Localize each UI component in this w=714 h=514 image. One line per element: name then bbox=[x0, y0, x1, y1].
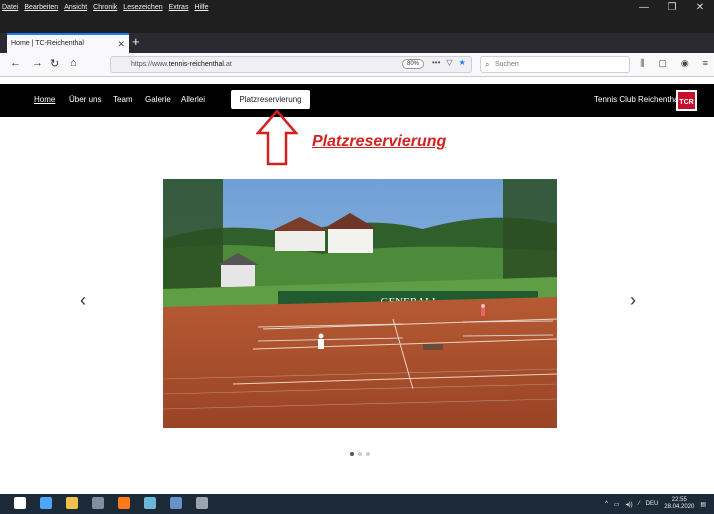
menu-chronik[interactable]: Chronik bbox=[93, 4, 117, 11]
menu-icon[interactable]: ≡ bbox=[703, 58, 708, 69]
url-prefix: https://www. bbox=[131, 61, 169, 68]
page-actions-icon[interactable]: ••• bbox=[432, 58, 440, 67]
browser-tab[interactable]: Home | TC-Reichenthal ✕ bbox=[7, 33, 129, 53]
menu-ansicht[interactable]: Ansicht bbox=[64, 4, 87, 11]
library-icon[interactable]: ⫼ bbox=[640, 58, 644, 69]
new-tab-icon[interactable]: + bbox=[132, 34, 140, 49]
sidebar-icon[interactable]: ▢ bbox=[658, 58, 667, 69]
toolbar-right-icons: ⫼ ▢ ◉ ≡ bbox=[640, 58, 708, 69]
search-icon: ⌕ bbox=[485, 60, 490, 69]
nav-ueber-uns[interactable]: Über uns bbox=[69, 95, 101, 104]
menu-hilfe[interactable]: Hilfe bbox=[194, 4, 208, 11]
url-actions: ••• ▽ ★ bbox=[432, 58, 466, 67]
language-indicator[interactable]: DEU bbox=[646, 501, 659, 507]
browser-toolbar: ← → ↻ ⌂ https://www.tennis-reichenthal.a… bbox=[0, 53, 714, 77]
clock-date: 28.04.2020 bbox=[664, 504, 695, 510]
notifications-icon[interactable]: ▤ bbox=[700, 501, 706, 508]
carousel-indicators bbox=[350, 452, 370, 456]
back-icon[interactable]: ← bbox=[10, 57, 21, 69]
tab-title: Home | TC-Reichenthal bbox=[11, 40, 84, 47]
restore-icon[interactable]: ❐ bbox=[658, 2, 686, 13]
zoom-badge[interactable]: 80% bbox=[402, 59, 425, 69]
clock[interactable]: 22:55 28.04.2020 bbox=[664, 497, 694, 511]
nav-galerie[interactable]: Galerie bbox=[145, 95, 171, 104]
site-navigation: Home Über uns Team Galerie Allerlei Plat… bbox=[0, 84, 714, 117]
club-logo[interactable]: TCR bbox=[676, 90, 697, 111]
nav-team[interactable]: Team bbox=[113, 95, 133, 104]
carousel-dot-2[interactable] bbox=[358, 452, 362, 456]
tab-close-icon[interactable]: ✕ bbox=[117, 39, 125, 50]
close-icon[interactable]: ✕ bbox=[686, 2, 714, 13]
windows-taskbar: ^ ▭ ◂)) ⁄ DEU 22:55 28.04.2020 ▤ bbox=[0, 494, 714, 514]
annotation-arrow-icon bbox=[256, 109, 298, 166]
taskbar-apps bbox=[14, 497, 208, 509]
network-icon[interactable]: ▭ bbox=[614, 501, 620, 508]
platzreservierung-button[interactable]: Platzreservierung bbox=[231, 90, 310, 109]
search-input[interactable]: ⌕ Suchen bbox=[480, 56, 630, 73]
url-domain: tennis-reichenthal bbox=[168, 61, 224, 68]
windows-start-icon[interactable] bbox=[14, 497, 26, 509]
minimize-icon[interactable]: — bbox=[630, 2, 658, 13]
annotation-label: Platzreservierung bbox=[312, 133, 447, 150]
menu-lesezeichen[interactable]: Lesezeichen bbox=[123, 4, 162, 11]
system-tray: ^ ▭ ◂)) ⁄ DEU 22:55 28.04.2020 ▤ bbox=[605, 497, 706, 511]
volume-icon[interactable]: ◂)) bbox=[626, 501, 633, 508]
home-icon[interactable]: ⌂ bbox=[70, 57, 77, 69]
calculator-icon[interactable] bbox=[92, 497, 104, 509]
app-icon[interactable] bbox=[144, 497, 156, 509]
bookmark-star-icon[interactable]: ★ bbox=[459, 58, 466, 67]
pocket-icon[interactable]: ▽ bbox=[446, 58, 452, 67]
misc-app-icon[interactable] bbox=[196, 497, 208, 509]
url-suffix: .at bbox=[224, 61, 232, 68]
menu-extras[interactable]: Extras bbox=[169, 4, 189, 11]
account-icon[interactable]: ◉ bbox=[681, 58, 689, 69]
edge-icon[interactable] bbox=[40, 497, 52, 509]
menu-datei[interactable]: Datei bbox=[2, 4, 18, 11]
explorer-icon[interactable] bbox=[66, 497, 78, 509]
search-placeholder: Suchen bbox=[495, 61, 519, 68]
carousel-dot-1[interactable] bbox=[350, 452, 354, 456]
pen-icon[interactable]: ⁄ bbox=[639, 501, 640, 507]
menu-bar: Datei Bearbeiten Ansicht Chronik Lesezei… bbox=[2, 4, 208, 11]
carousel-image: GENERALI bbox=[163, 179, 557, 428]
teams-icon[interactable] bbox=[170, 497, 182, 509]
window-controls: — ❐ ✕ bbox=[630, 2, 714, 13]
reload-icon[interactable]: ↻ bbox=[50, 57, 59, 70]
menu-bearbeiten[interactable]: Bearbeiten bbox=[24, 4, 58, 11]
carousel-next-icon[interactable]: › bbox=[630, 290, 636, 311]
firefox-icon[interactable] bbox=[118, 497, 130, 509]
club-name[interactable]: Tennis Club Reichenthal bbox=[594, 95, 680, 104]
forward-icon[interactable]: → bbox=[32, 57, 43, 69]
nav-home[interactable]: Home bbox=[34, 95, 55, 104]
carousel-prev-icon[interactable]: ‹ bbox=[80, 290, 86, 311]
window-titlebar: Datei Bearbeiten Ansicht Chronik Lesezei… bbox=[0, 0, 714, 33]
screen: Datei Bearbeiten Ansicht Chronik Lesezei… bbox=[0, 0, 714, 514]
nav-allerlei[interactable]: Allerlei bbox=[181, 95, 205, 104]
carousel-dot-3[interactable] bbox=[366, 452, 370, 456]
tray-chevron-icon[interactable]: ^ bbox=[605, 501, 608, 507]
clock-time: 22:55 bbox=[671, 497, 687, 503]
